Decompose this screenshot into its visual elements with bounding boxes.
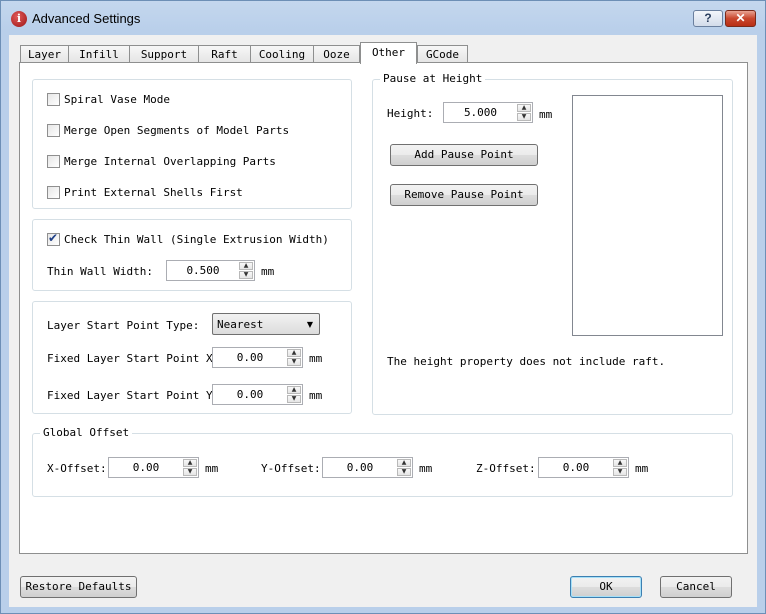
- spin-up-icon[interactable]: ▲: [397, 459, 411, 467]
- advanced-settings-window: i Advanced Settings ? ✕ Layer Infill Sup…: [0, 0, 766, 614]
- spin-up-icon[interactable]: ▲: [613, 459, 627, 467]
- thin-wall-width-value[interactable]: 0.500: [169, 264, 237, 277]
- pause-at-height-title: Pause at Height: [380, 72, 486, 85]
- fixed-start-y-value[interactable]: 0.00: [215, 388, 285, 401]
- app-icon: i: [11, 11, 27, 27]
- thin-wall-width-spinbox[interactable]: 0.500 ▲ ▼: [166, 260, 255, 281]
- spin-down-icon[interactable]: ▼: [183, 468, 197, 476]
- layer-start-type-value: Nearest: [217, 318, 264, 331]
- other-tab-panel: Spiral Vase Mode Merge Open Segments of …: [19, 62, 748, 554]
- pause-at-height-group: Pause at Height Height: 5.000 ▲ ▼ mm Add…: [372, 72, 733, 415]
- cancel-button[interactable]: Cancel: [660, 576, 732, 598]
- tab-support[interactable]: Support: [129, 45, 199, 63]
- x-offset-label: X-Offset:: [47, 462, 107, 475]
- z-offset-label: Z-Offset:: [476, 462, 536, 475]
- y-offset-value[interactable]: 0.00: [325, 461, 395, 474]
- title-bar[interactable]: i Advanced Settings ? ✕: [1, 1, 765, 35]
- window-title: Advanced Settings: [32, 11, 141, 26]
- tab-raft[interactable]: Raft: [198, 45, 251, 63]
- y-offset-unit: mm: [419, 462, 433, 475]
- tab-cooling[interactable]: Cooling: [250, 45, 314, 63]
- x-offset-unit: mm: [205, 462, 219, 475]
- print-external-shells-label: Print External Shells First: [64, 186, 243, 199]
- spin-arrows: ▲ ▼: [287, 349, 301, 366]
- global-offset-title: Global Offset: [40, 426, 133, 439]
- fixed-start-x-unit: mm: [309, 352, 323, 365]
- layer-start-group: Layer Start Point Type: Nearest ▼ Fixed …: [32, 301, 352, 414]
- x-offset-spinbox[interactable]: 0.00 ▲ ▼: [108, 457, 199, 478]
- layer-start-type-select[interactable]: Nearest ▼: [212, 313, 320, 335]
- spin-down-icon[interactable]: ▼: [517, 113, 531, 121]
- tab-other[interactable]: Other: [360, 42, 417, 64]
- spin-up-icon[interactable]: ▲: [239, 262, 253, 270]
- thin-wall-group: Check Thin Wall (Single Extrusion Width)…: [32, 219, 352, 291]
- fixed-start-y-spinbox[interactable]: 0.00 ▲ ▼: [212, 384, 303, 405]
- y-offset-label: Y-Offset:: [261, 462, 321, 475]
- pause-height-spinbox[interactable]: 5.000 ▲ ▼: [443, 102, 533, 123]
- spin-down-icon[interactable]: ▼: [239, 271, 253, 279]
- thin-wall-width-unit: mm: [261, 265, 275, 278]
- remove-pause-point-button[interactable]: Remove Pause Point: [390, 184, 538, 206]
- pause-height-value[interactable]: 5.000: [446, 106, 515, 119]
- merge-internal-overlapping-label: Merge Internal Overlapping Parts: [64, 155, 276, 168]
- merge-internal-overlapping-checkbox[interactable]: [47, 155, 60, 168]
- spin-up-icon[interactable]: ▲: [287, 386, 301, 394]
- spin-down-icon[interactable]: ▼: [613, 468, 627, 476]
- pause-height-unit: mm: [539, 108, 553, 121]
- print-external-shells-checkbox[interactable]: [47, 186, 60, 199]
- z-offset-value[interactable]: 0.00: [541, 461, 611, 474]
- layer-start-type-label: Layer Start Point Type:: [47, 319, 200, 332]
- global-offset-group: Global Offset X-Offset: 0.00 ▲ ▼ mm Y-Of…: [32, 426, 733, 497]
- tab-layer[interactable]: Layer: [20, 45, 69, 63]
- spin-arrows: ▲ ▼: [287, 386, 301, 403]
- fixed-start-x-value[interactable]: 0.00: [215, 351, 285, 364]
- fixed-start-x-label: Fixed Layer Start Point X:: [47, 352, 220, 365]
- restore-defaults-button[interactable]: Restore Defaults: [20, 576, 137, 598]
- spin-up-icon[interactable]: ▲: [287, 349, 301, 357]
- ok-button[interactable]: OK: [570, 576, 642, 598]
- spin-down-icon[interactable]: ▼: [397, 468, 411, 476]
- pause-height-label: Height:: [387, 107, 434, 120]
- fixed-start-y-label: Fixed Layer Start Point Y:: [47, 389, 220, 402]
- merge-open-segments-label: Merge Open Segments of Model Parts: [64, 124, 290, 137]
- spin-arrows: ▲ ▼: [613, 459, 627, 476]
- spin-arrows: ▲ ▼: [517, 104, 531, 121]
- help-button[interactable]: ?: [693, 10, 723, 27]
- add-pause-point-button[interactable]: Add Pause Point: [390, 144, 538, 166]
- chevron-down-icon: ▼: [306, 320, 313, 329]
- fixed-start-x-spinbox[interactable]: 0.00 ▲ ▼: [212, 347, 303, 368]
- misc-options-group: Spiral Vase Mode Merge Open Segments of …: [32, 79, 352, 209]
- dialog-client: Layer Infill Support Raft Cooling Ooze O…: [9, 35, 757, 607]
- merge-open-segments-checkbox[interactable]: [47, 124, 60, 137]
- pause-height-note: The height property does not include raf…: [387, 355, 666, 368]
- spin-up-icon[interactable]: ▲: [183, 459, 197, 467]
- x-offset-value[interactable]: 0.00: [111, 461, 181, 474]
- spin-down-icon[interactable]: ▼: [287, 395, 301, 403]
- spin-arrows: ▲ ▼: [397, 459, 411, 476]
- tab-infill[interactable]: Infill: [68, 45, 130, 63]
- close-button[interactable]: ✕: [725, 10, 756, 27]
- fixed-start-y-unit: mm: [309, 389, 323, 402]
- check-thin-wall-label: Check Thin Wall (Single Extrusion Width): [64, 233, 329, 246]
- thin-wall-width-label: Thin Wall Width:: [47, 265, 153, 278]
- tab-ooze[interactable]: Ooze: [313, 45, 360, 63]
- check-thin-wall-checkbox[interactable]: [47, 231, 60, 246]
- spin-up-icon[interactable]: ▲: [517, 104, 531, 112]
- z-offset-spinbox[interactable]: 0.00 ▲ ▼: [538, 457, 629, 478]
- pause-points-list[interactable]: [572, 95, 723, 336]
- z-offset-unit: mm: [635, 462, 649, 475]
- spiral-vase-label: Spiral Vase Mode: [64, 93, 170, 106]
- y-offset-spinbox[interactable]: 0.00 ▲ ▼: [322, 457, 413, 478]
- spiral-vase-checkbox[interactable]: [47, 93, 60, 106]
- tab-gcode[interactable]: GCode: [417, 45, 468, 63]
- spin-down-icon[interactable]: ▼: [287, 358, 301, 366]
- spin-arrows: ▲ ▼: [239, 262, 253, 279]
- spin-arrows: ▲ ▼: [183, 459, 197, 476]
